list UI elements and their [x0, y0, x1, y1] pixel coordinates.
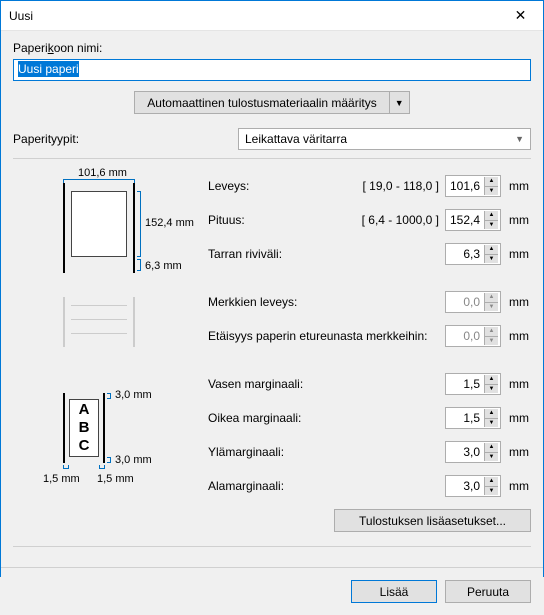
spin-down-icon[interactable]: ▼	[484, 254, 498, 263]
bottom-margin-label: Alamarginaali:	[208, 479, 445, 493]
paper-type-select[interactable]: Leikattava väritarra ▼	[238, 128, 531, 150]
right-margin-unit: mm	[501, 411, 531, 425]
spin-up-icon[interactable]: ▲	[484, 409, 498, 418]
spin-down-icon[interactable]: ▼	[484, 452, 498, 461]
diagram-right-margin-label: 1,5 mm	[97, 473, 134, 485]
length-range: [ 6,4 - 1000,0 ]	[362, 213, 439, 227]
paper-type-value: Leikattava väritarra	[245, 132, 347, 146]
mark-distance-input: 0,0▲▼	[445, 325, 501, 347]
button-bar: Lisää Peruuta	[1, 567, 543, 615]
diagram-left-margin-label: 1,5 mm	[43, 473, 80, 485]
spin-down-icon: ▼	[484, 336, 498, 345]
paper-diagram: 101,6 mm 152,4 mm 6,3 mm	[43, 169, 208, 279]
mark-width-label: Merkkien leveys:	[208, 295, 445, 309]
right-margin-row: Oikea marginaali: 1,5▲▼ mm	[208, 401, 531, 435]
label-spacing-label: Tarran riviväli:	[208, 247, 445, 261]
auto-material-button[interactable]: Automaattinen tulostusmateriaalin määrit…	[134, 91, 389, 114]
paper-type-row: Paperityypit: Leikattava väritarra ▼	[13, 128, 531, 150]
dialog-window: Uusi ✕ Paperikoon nimi: Uusi paperi Auto…	[0, 0, 544, 577]
left-margin-label: Vasen marginaali:	[208, 377, 445, 391]
margins-diagram: ABC 3,0 mm 3,0 mm 1,5 mm 1,5 mm	[43, 389, 208, 499]
left-margin-unit: mm	[501, 377, 531, 391]
paper-name-label: Paperikoon nimi:	[13, 41, 531, 55]
width-row: Leveys: [ 19,0 - 118,0 ] 101,6▲▼ mm	[208, 169, 531, 203]
chevron-down-icon: ▼	[515, 134, 524, 144]
spin-up-icon: ▲	[484, 327, 498, 336]
spin-up-icon[interactable]: ▲	[484, 375, 498, 384]
mark-width-row: Merkkien leveys: 0,0▲▼ mm	[208, 285, 531, 319]
mark-width-input: 0,0▲▼	[445, 291, 501, 313]
label-spacing-input[interactable]: 6,3▲▼	[445, 243, 501, 265]
right-margin-input[interactable]: 1,5▲▼	[445, 407, 501, 429]
length-unit: mm	[501, 213, 531, 227]
right-margin-label: Oikea marginaali:	[208, 411, 445, 425]
width-input[interactable]: 101,6▲▼	[445, 175, 501, 197]
spin-down-icon: ▼	[484, 302, 498, 311]
diagram-column: 101,6 mm 152,4 mm 6,3 mm	[13, 169, 208, 532]
close-button[interactable]: ✕	[498, 1, 543, 31]
width-label: Leveys:	[208, 179, 363, 193]
width-range: [ 19,0 - 118,0 ]	[363, 179, 440, 193]
left-margin-input[interactable]: 1,5▲▼	[445, 373, 501, 395]
paper-name-input[interactable]: Uusi paperi	[13, 59, 531, 81]
spin-down-icon[interactable]: ▼	[484, 384, 498, 393]
left-margin-row: Vasen marginaali: 1,5▲▼ mm	[208, 367, 531, 401]
add-button[interactable]: Lisää	[351, 580, 437, 603]
spin-down-icon[interactable]: ▼	[484, 220, 498, 229]
label-spacing-row: Tarran riviväli: 6,3▲▼ mm	[208, 237, 531, 271]
top-margin-unit: mm	[501, 445, 531, 459]
spin-up-icon[interactable]: ▲	[484, 177, 498, 186]
width-unit: mm	[501, 179, 531, 193]
mark-distance-unit: mm	[501, 329, 531, 343]
diagram-bottom-margin-label: 3,0 mm	[115, 454, 152, 466]
mark-distance-row: Etäisyys paperin etureunasta merkkeihin:…	[208, 319, 531, 353]
marks-diagram	[43, 297, 208, 357]
paper-name-row: Paperikoon nimi: Uusi paperi	[13, 41, 531, 81]
content-area: Paperikoon nimi: Uusi paperi Automaattin…	[1, 31, 543, 567]
window-title: Uusi	[9, 9, 33, 23]
top-margin-row: Ylämarginaali: 3,0▲▼ mm	[208, 435, 531, 469]
auto-material-row: Automaattinen tulostusmateriaalin määrit…	[13, 91, 531, 114]
spin-up-icon[interactable]: ▲	[484, 211, 498, 220]
separator-bottom	[13, 546, 531, 547]
spin-up-icon[interactable]: ▲	[484, 443, 498, 452]
top-margin-label: Ylämarginaali:	[208, 445, 445, 459]
spin-up-icon[interactable]: ▲	[484, 245, 498, 254]
length-row: Pituus: [ 6,4 - 1000,0 ] 152,4▲▼ mm	[208, 203, 531, 237]
auto-material-dropdown[interactable]: ▼	[390, 91, 410, 114]
spin-up-icon: ▲	[484, 293, 498, 302]
length-input[interactable]: 152,4▲▼	[445, 209, 501, 231]
diagram-height-label: 152,4 mm	[145, 217, 194, 229]
separator	[13, 158, 531, 159]
spin-down-icon[interactable]: ▼	[484, 186, 498, 195]
titlebar: Uusi ✕	[1, 1, 543, 31]
spin-down-icon[interactable]: ▼	[484, 486, 498, 495]
paper-name-value: Uusi paperi	[18, 61, 79, 77]
main-columns: 101,6 mm 152,4 mm 6,3 mm	[13, 169, 531, 532]
print-advanced-button[interactable]: Tulostuksen lisäasetukset...	[334, 509, 531, 532]
print-advanced-row: Tulostuksen lisäasetukset...	[208, 509, 531, 532]
fields-column: Leveys: [ 19,0 - 118,0 ] 101,6▲▼ mm Pitu…	[208, 169, 531, 532]
mark-distance-label: Etäisyys paperin etureunasta merkkeihin:	[208, 329, 445, 343]
paper-type-label: Paperityypit:	[13, 132, 238, 146]
spin-down-icon[interactable]: ▼	[484, 418, 498, 427]
mark-width-unit: mm	[501, 295, 531, 309]
label-spacing-unit: mm	[501, 247, 531, 261]
spin-up-icon[interactable]: ▲	[484, 477, 498, 486]
diagram-gap-label: 6,3 mm	[145, 260, 182, 272]
diagram-top-margin-label: 3,0 mm	[115, 389, 152, 401]
top-margin-input[interactable]: 3,0▲▼	[445, 441, 501, 463]
bottom-margin-input[interactable]: 3,0▲▼	[445, 475, 501, 497]
bottom-margin-unit: mm	[501, 479, 531, 493]
length-label: Pituus:	[208, 213, 362, 227]
diagram-width-label: 101,6 mm	[78, 167, 127, 179]
bottom-margin-row: Alamarginaali: 3,0▲▼ mm	[208, 469, 531, 503]
cancel-button[interactable]: Peruuta	[445, 580, 531, 603]
